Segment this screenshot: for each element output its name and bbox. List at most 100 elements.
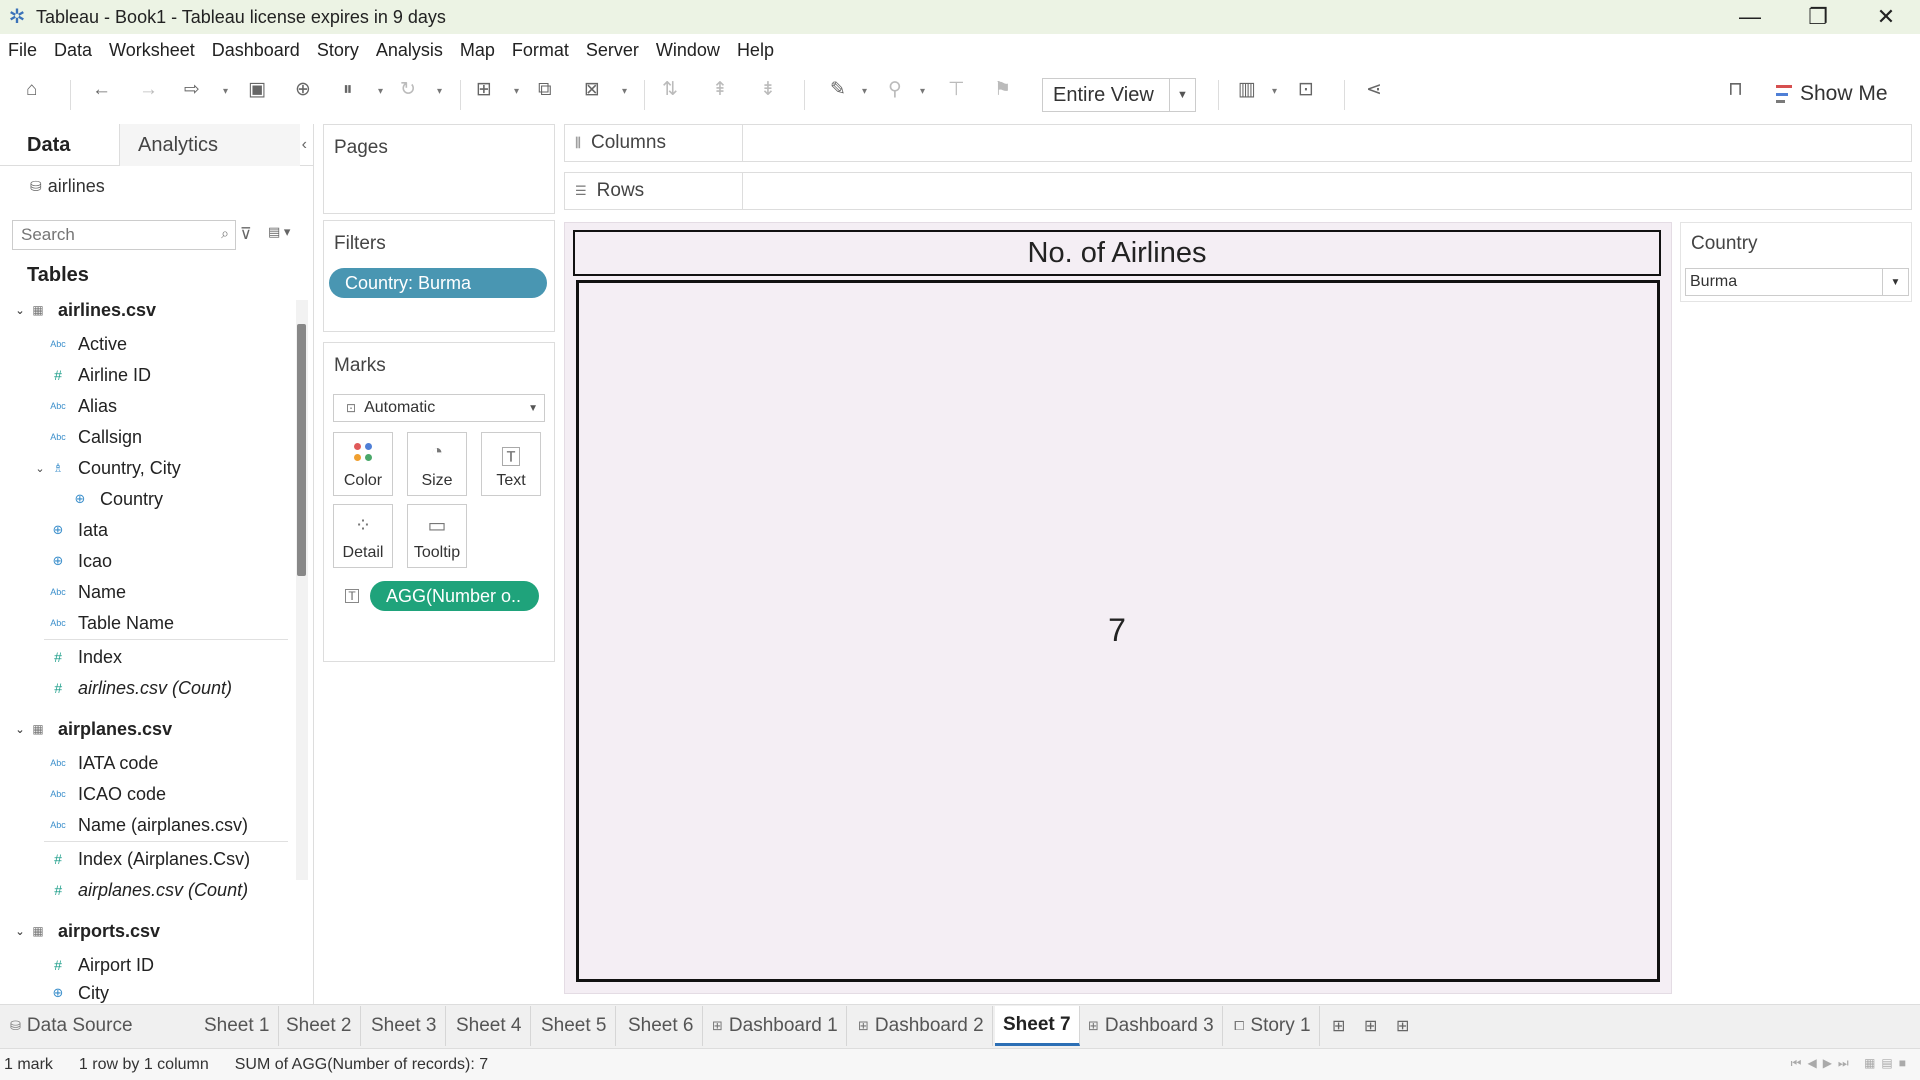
new-datasource-icon[interactable]: ⊕ [295,80,311,100]
show-cards-dropdown-icon[interactable]: ▾ [1272,86,1277,97]
menu-analysis[interactable]: Analysis [376,40,443,61]
sheet-title[interactable]: No. of Airlines [573,230,1661,276]
undo-icon[interactable]: ← [92,80,111,100]
menu-data[interactable]: Data [54,40,92,61]
highlight-icon[interactable]: ✎ [830,80,846,100]
columns-shelf[interactable]: ⫼ Columns [564,124,1912,162]
text-button[interactable]: 🅃 Text [481,432,541,496]
highlight-dropdown-icon[interactable]: ▾ [862,86,867,97]
field-item[interactable]: # Index (Airplanes.Csv) [48,846,250,872]
menu-server[interactable]: Server [586,40,639,61]
search-field[interactable]: ⌕ [12,220,236,250]
sheet-nav-controls[interactable]: ⏮◀▶⏭ ▦▤■ [1791,1056,1912,1071]
tab-sheet-3[interactable]: Sheet 3 [363,1006,446,1046]
field-item-hierarchy[interactable]: ⌄ ♗ Country, City [32,455,180,481]
field-item[interactable]: # Airline ID [48,362,151,388]
tab-dashboard-3[interactable]: ⊞ Dashboard 3 [1080,1006,1223,1046]
table-row-airports[interactable]: ⌄ ▦ airports.csv [12,918,160,944]
chevron-down-icon[interactable]: ▼ [528,403,538,414]
scrollbar-thumb[interactable] [297,324,306,576]
show-mark-labels-icon[interactable]: ⊤ [948,80,965,100]
collapse-icon[interactable]: ⌄ [12,723,28,736]
pause-dropdown-icon[interactable]: ▾ [378,86,383,97]
tab-sheet-5[interactable]: Sheet 5 [533,1006,616,1046]
field-item[interactable]: Abc Name [48,579,126,605]
replay-dropdown-icon[interactable]: ▾ [223,86,228,97]
field-item[interactable]: Abc Alias [48,393,117,419]
field-item[interactable]: Abc IATA code [48,750,158,776]
save-icon[interactable]: ▣ [248,80,266,100]
collapse-icon[interactable]: ⌄ [12,304,28,317]
country-filter-select[interactable]: Burma ▼ [1685,268,1909,296]
view-options-icon[interactable]: ▤ ▾ [268,224,290,240]
group-dropdown-icon[interactable]: ▾ [920,86,925,97]
measure-pill-agg[interactable]: AGG(Number o.. [370,581,539,611]
rows-shelf[interactable]: ☰ Rows [564,172,1912,210]
color-button[interactable]: Color [333,432,393,496]
field-item[interactable]: Abc Callsign [48,424,142,450]
table-row-airlines[interactable]: ⌄ ▦ airlines.csv [12,297,156,323]
group-members-icon[interactable]: ⚲ [888,80,902,100]
field-item[interactable]: ⊕ Iata [48,517,108,543]
search-input[interactable] [21,225,201,245]
chevron-down-icon[interactable]: ▼ [1882,269,1908,295]
datasource-item[interactable]: ⛁ airlines [30,176,105,197]
replay-icon[interactable]: ⇨ [184,80,200,100]
tab-dashboard-1[interactable]: ⊞ Dashboard 1 [704,1006,847,1046]
collapse-pane-icon[interactable]: ‹ [302,136,307,154]
refresh-icon[interactable]: ↻ [400,80,416,100]
close-button[interactable]: ✕ [1852,0,1920,34]
fix-axes-icon[interactable]: ⚑ [994,80,1011,100]
tab-dashboard-2[interactable]: ⊞ Dashboard 2 [850,1006,993,1046]
swap-rows-columns-icon[interactable]: ⇅ [662,80,678,100]
mark-type-select[interactable]: ⊡ Automatic ▼ [333,394,545,422]
menu-worksheet[interactable]: Worksheet [109,40,195,61]
duplicate-sheet-icon[interactable]: ⧉ [538,80,552,100]
new-dashboard-icon[interactable]: ⊞ [1364,1016,1377,1036]
show-cards-icon[interactable]: ▥ [1238,80,1256,100]
mark-text-value[interactable]: 7 [1092,612,1142,649]
field-item[interactable]: Abc Name (airplanes.csv) [48,812,248,838]
collapse-icon[interactable]: ⌄ [12,925,28,938]
tab-sheet-4[interactable]: Sheet 4 [448,1006,531,1046]
collapse-icon[interactable]: ⌄ [32,462,48,475]
menu-story[interactable]: Story [317,40,359,61]
fit-view-select[interactable]: Entire View ▼ [1042,78,1196,112]
home-icon[interactable]: ⌂ [26,80,37,100]
menu-map[interactable]: Map [460,40,495,61]
menu-dashboard[interactable]: Dashboard [212,40,300,61]
tab-data[interactable]: Data [0,124,120,166]
tab-sheet-6[interactable]: Sheet 6 [620,1006,703,1046]
table-row-airplanes[interactable]: ⌄ ▦ airplanes.csv [12,716,172,742]
size-button[interactable]: ◔ Size [407,432,467,496]
field-item[interactable]: Abc Active [48,331,127,357]
tab-sheet-2[interactable]: Sheet 2 [278,1006,361,1046]
new-worksheet-icon[interactable]: ⊞ [476,80,492,100]
field-item[interactable]: ⊕ Icao [48,548,112,574]
minimize-button[interactable]: — [1716,0,1784,34]
field-item[interactable]: # airlines.csv (Count) [48,675,232,701]
tooltip-button[interactable]: ▭ Tooltip [407,504,467,568]
field-item[interactable]: # airplanes.csv (Count) [48,877,248,903]
redo-icon[interactable]: → [139,80,158,100]
field-item[interactable]: ⊕ City [48,983,109,1003]
filter-pill-country[interactable]: Country: Burma [329,268,547,298]
sort-ascending-icon[interactable]: ⇞ [712,80,728,100]
menu-file[interactable]: File [8,40,37,61]
clear-dropdown-icon[interactable]: ▾ [622,86,627,97]
field-item[interactable]: # Airport ID [48,952,154,978]
new-worksheet-icon[interactable]: ⊞ [1332,1016,1345,1036]
new-story-icon[interactable]: ⊞ [1396,1016,1409,1036]
presentation-mode-icon[interactable]: ⊡ [1298,80,1314,100]
clear-sheet-icon[interactable]: ⊠ [584,80,600,100]
share-icon[interactable]: ⋖ [1366,80,1382,100]
detail-button[interactable]: ⁘ Detail [333,504,393,568]
menu-help[interactable]: Help [737,40,774,61]
refresh-dropdown-icon[interactable]: ▾ [437,86,442,97]
show-me-button[interactable]: Show Me [1776,82,1888,106]
field-item[interactable]: Abc ICAO code [48,781,166,807]
text-encoding-icon[interactable]: T [345,589,359,603]
tab-data-source[interactable]: ⛁ Data Source [2,1006,194,1046]
restore-button[interactable]: ❐ [1784,0,1852,34]
tab-sheet-1[interactable]: Sheet 1 [196,1006,279,1046]
